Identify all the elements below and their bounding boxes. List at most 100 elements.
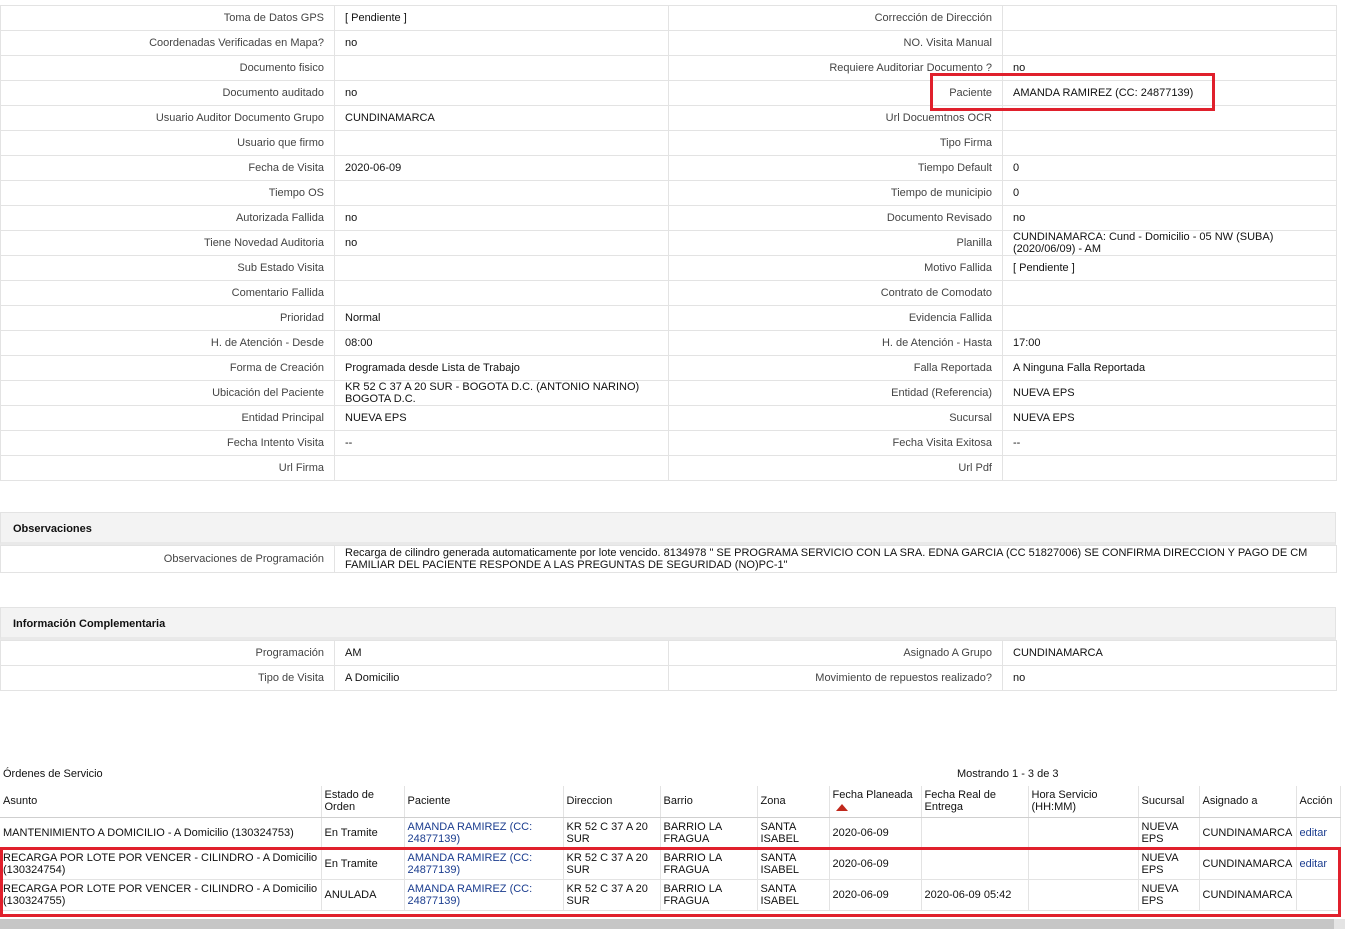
order-direccion: KR 52 C 37 A 20 SUR (563, 879, 661, 911)
column-header[interactable]: Direccion (563, 786, 661, 818)
observaciones-section: Observaciones Observaciones de Programac… (0, 512, 1337, 573)
column-header[interactable]: Hora Servicio (HH:MM) (1028, 786, 1139, 818)
order-fecha-real: 2020-06-09 05:42 (921, 879, 1029, 911)
column-header[interactable]: Estado de Orden (321, 786, 405, 818)
detail-row: Usuario que firmo Tipo Firma (0, 130, 1337, 156)
field-label: Sub Estado Visita (0, 255, 335, 281)
column-header-label: Zona (760, 795, 786, 808)
column-header-label: Direccion (566, 795, 613, 808)
field-value: Programada desde Lista de Trabajo (334, 355, 669, 381)
detail-row: Toma de Datos GPS[ Pendiente ] Corrección… (0, 5, 1337, 31)
field-label: Coordenadas Verificadas en Mapa? (0, 30, 335, 56)
column-header[interactable]: Asunto (0, 786, 322, 818)
detail-row: Url Firma Url Pdf (0, 455, 1337, 481)
field-value (1002, 305, 1337, 331)
field-label: Tipo Firma (668, 130, 1003, 156)
order-asignado: CUNDINAMARCA (1199, 848, 1297, 880)
field-label: Usuario que firmo (0, 130, 335, 156)
field-value: 0 (1002, 155, 1337, 181)
visit-detail-table: Toma de Datos GPS [ Pendiente ] Corrección… (0, 5, 1337, 481)
order-paciente[interactable]: AMANDA RAMIREZ (CC: 24877139) (404, 879, 564, 911)
order-asignado: CUNDINAMARCA (1199, 879, 1297, 911)
column-header[interactable]: Acción (1296, 786, 1341, 818)
sort-ascending-icon[interactable] (835, 803, 848, 811)
field-label: Entidad Principal (0, 405, 335, 431)
order-hora (1028, 848, 1139, 880)
order-direccion: KR 52 C 37 A 20 SUR (563, 817, 661, 849)
order-hora (1028, 817, 1139, 849)
order-zona: SANTA ISABEL (757, 848, 830, 880)
detail-row: Fecha Intento Visita -- Fecha Visita Exit… (0, 430, 1337, 456)
field-label: Forma de Creación (0, 355, 335, 381)
field-value: NUEVA EPS (334, 405, 669, 431)
detail-row: Ubicación del Paciente KR 52 C 37 A 20 SU… (0, 380, 1337, 406)
field-value: 0 (1002, 180, 1337, 206)
order-estado: En Tramite (321, 848, 405, 880)
field-label: Motivo Fallida (668, 255, 1003, 281)
field-label: Tiempo OS (0, 180, 335, 206)
detail-row: Sub Estado Visita Motivo Fallida[ Pendien… (0, 255, 1337, 281)
column-header[interactable]: Paciente (404, 786, 564, 818)
column-header[interactable]: Fecha Planeada (829, 786, 922, 818)
field-label: Autorizada Fallida (0, 205, 335, 231)
field-value: CUNDINAMARCA (1002, 640, 1337, 666)
column-header-label: Estado de Orden (324, 789, 375, 814)
field-label: Observaciones de Programación (0, 545, 335, 573)
field-label: Sucursal (668, 405, 1003, 431)
order-zona: SANTA ISABEL (757, 879, 830, 911)
order-sucursal: NUEVA EPS (1138, 817, 1200, 849)
order-fecha-real (921, 848, 1029, 880)
field-label: Programación (0, 640, 335, 666)
field-value (334, 280, 669, 306)
table-row[interactable]: RECARGA POR LOTE POR VENCER - CILINDRO -… (0, 879, 1341, 911)
detail-row: Programación AM Asignado A Grupo CUNDINAMAR… (0, 640, 1337, 666)
field-label: Tipo de Visita (0, 665, 335, 691)
order-paciente[interactable]: AMANDA RAMIREZ (CC: 24877139) (404, 817, 564, 849)
column-header-label: Paciente (407, 795, 451, 808)
field-value (1002, 30, 1337, 56)
scrollbar-thumb[interactable] (0, 919, 1334, 929)
column-header[interactable]: Barrio (660, 786, 758, 818)
detail-row: Usuario Auditor Documento Grupo CUNDINAMA… (0, 105, 1337, 131)
field-label: Tiempo de municipio (668, 180, 1003, 206)
field-value: [ Pendiente ] (1002, 255, 1337, 281)
order-accion[interactable]: editar (1296, 848, 1341, 880)
field-label: Movimiento de repuestos realizado? (668, 665, 1003, 691)
observaciones-value: Recarga de cilindro generada automaticam… (334, 545, 1337, 573)
order-barrio: BARRIO LA FRAGUA (660, 817, 758, 849)
column-header-label: Hora Servicio (HH:MM) (1031, 789, 1098, 814)
order-accion[interactable] (1296, 879, 1341, 911)
detail-row: Tiempo OS Tiempo de municipio 0 (0, 180, 1337, 206)
column-header[interactable]: Fecha Real de Entrega (921, 786, 1029, 818)
field-label: H. de Atención - Hasta (668, 330, 1003, 356)
field-value: no (1002, 205, 1337, 231)
field-value (334, 130, 669, 156)
column-header-label: Sucursal (1141, 795, 1185, 808)
field-value: KR 52 C 37 A 20 SUR - BOGOTA D.C. (ANTON… (334, 380, 669, 406)
order-zona: SANTA ISABEL (757, 817, 830, 849)
field-label: Corrección de Dirección (668, 5, 1003, 31)
order-paciente[interactable]: AMANDA RAMIREZ (CC: 24877139) (404, 848, 564, 880)
field-value: 08:00 (334, 330, 669, 356)
detail-row: Comentario Fallida Contrato de Comodato (0, 280, 1337, 306)
field-value (334, 255, 669, 281)
field-label: Evidencia Fallida (668, 305, 1003, 331)
table-row[interactable]: RECARGA POR LOTE POR VENCER - CILINDRO -… (0, 848, 1341, 880)
column-header[interactable]: Zona (757, 786, 830, 818)
detail-row: H. de Atención - Desde 08:00 H. de Atenció… (0, 330, 1337, 356)
section-title: Observaciones (0, 512, 1336, 545)
order-asignado: CUNDINAMARCA (1199, 817, 1297, 849)
field-label: Fecha Intento Visita (0, 430, 335, 456)
order-sucursal: NUEVA EPS (1138, 879, 1200, 911)
field-label: Toma de Datos GPS (0, 5, 335, 31)
order-accion[interactable]: editar (1296, 817, 1341, 849)
field-label: Fecha de Visita (0, 155, 335, 181)
detail-row: Tipo de Visita A Domicilio Movimiento de r… (0, 665, 1337, 691)
column-header[interactable]: Sucursal (1138, 786, 1200, 818)
detail-row: Fecha de Visita 2020-06-09 Tiempo Default… (0, 155, 1337, 181)
orders-title: Órdenes de Servicio (3, 768, 103, 780)
table-row[interactable]: MANTENIMIENTO A DOMICILIO - A Domicilio … (0, 817, 1341, 849)
detail-row: Entidad Principal NUEVA EPS Sucursal NUEVA … (0, 405, 1337, 431)
column-header[interactable]: Asignado a (1199, 786, 1297, 818)
order-fecha-planeada: 2020-06-09 (829, 817, 922, 849)
